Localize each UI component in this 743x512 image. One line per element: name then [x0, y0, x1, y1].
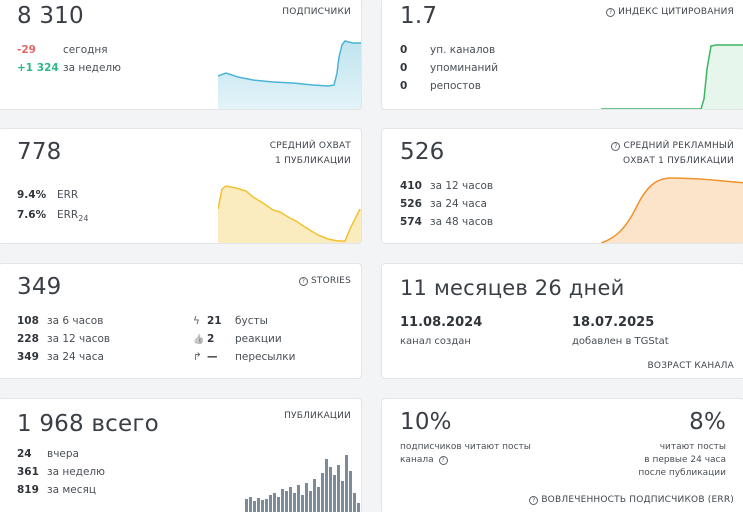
reach-title: СРЕДНИЙ ОХВАТ 1 ПУБЛИКАЦИИ	[269, 141, 351, 166]
subscribers-title: ПОДПИСЧИКИ	[282, 7, 351, 17]
stories-card[interactable]: 349 ? STORIES 108 за 6 часов 228 за 12 часо…	[0, 263, 362, 379]
publications-row-week: 361 за неделю	[17, 466, 105, 478]
stories-row-12h: 228 за 12 часов	[17, 333, 111, 345]
created-label: канал создан	[400, 336, 471, 347]
age-title: ВОЗРАСТ КАНАЛА	[647, 361, 734, 371]
reach-count: 778	[17, 139, 62, 165]
ad-reach-title: ? СРЕДНИЙ РЕКЛАМНЫЙ ОХВАТ 1 ПУБЛИКАЦИИ	[611, 139, 734, 169]
stories-row-6h: 108 за 6 часов	[17, 315, 104, 327]
info-icon[interactable]: ?	[606, 8, 616, 17]
ad-reach-row-24h: 526 за 24 часа	[400, 198, 487, 210]
subscribers-today: -29 сегодня	[17, 44, 108, 56]
ad-reach-sparkline	[601, 177, 743, 243]
age-card[interactable]: 11 месяцев 26 дней 11.08.2024 канал созд…	[381, 263, 743, 379]
engagement-24h-label: читают посты в первые 24 часа после публ…	[638, 442, 726, 478]
subscribers-sparkline	[218, 40, 361, 109]
ad-reach-count: 526	[400, 139, 445, 165]
stories-reactions: 👍 2 реакции	[193, 333, 282, 345]
subscribers-count: 8 310	[17, 3, 84, 29]
reach-card[interactable]: 778 СРЕДНИЙ ОХВАТ 1 ПУБЛИКАЦИИ 9.4% ERR 7…	[0, 128, 362, 244]
age-value: 11 месяцев 26 дней	[400, 276, 625, 300]
stories-title: ? STORIES	[298, 274, 351, 289]
publications-title: ПУБЛИКАЦИИ	[284, 411, 351, 421]
publications-row-month: 819 за месяц	[17, 484, 96, 496]
engagement-card[interactable]: 10% подписчиков читают посты канала ? 8%…	[381, 398, 743, 512]
lightning-icon: ϟ	[193, 315, 200, 327]
engagement-24h-percent: 8%	[689, 409, 726, 435]
engagement-readers-percent: 10%	[400, 409, 452, 435]
reach-sparkline	[218, 185, 361, 243]
publications-bar-chart	[245, 455, 360, 512]
publications-row-yesterday: 24 вчера	[17, 448, 79, 460]
citation-card[interactable]: 1.7 ? ИНДЕКС ЦИТИРОВАНИЯ 0 уп. каналов 0 уп…	[381, 0, 743, 110]
share-arrow-icon: ↱	[193, 351, 202, 363]
added-date: 18.07.2025	[572, 315, 655, 330]
citation-index: 1.7	[400, 3, 438, 29]
publications-card[interactable]: 1 968 всего ПУБЛИКАЦИИ 24 вчера 361 за нед…	[0, 398, 362, 512]
created-date: 11.08.2024	[400, 315, 483, 330]
citation-row-channels: 0 уп. каналов	[400, 44, 496, 56]
stories-count: 349	[17, 274, 62, 300]
subscribers-card[interactable]: 8 310 ПОДПИСЧИКИ -29 сегодня +1 324 за нед…	[0, 0, 362, 110]
subscribers-week: +1 324 за неделю	[17, 62, 121, 74]
citation-row-reposts: 0 репостов	[400, 80, 481, 92]
info-icon[interactable]: ?	[298, 277, 308, 286]
ad-reach-row-12h: 410 за 12 часов	[400, 180, 494, 192]
added-label: добавлен в TGStat	[572, 336, 669, 347]
info-icon[interactable]: ?	[529, 496, 539, 505]
publications-count: 1 968 всего	[17, 411, 159, 437]
engagement-title: ? ВОВЛЕЧЕННОСТЬ ПОДПИСЧИКОВ (ERR)	[529, 493, 734, 508]
stories-boosts: ϟ 21 бусты	[193, 315, 268, 327]
stories-forwards: ↱ — пересылки	[193, 351, 296, 363]
ad-reach-row-48h: 574 за 48 часов	[400, 216, 494, 228]
citation-sparkline	[601, 44, 743, 109]
info-icon[interactable]: ?	[438, 456, 448, 465]
reach-err24: 7.6% ERR24	[17, 209, 89, 224]
engagement-readers-label: подписчиков читают посты канала ?	[400, 442, 531, 465]
ad-reach-card[interactable]: 526 ? СРЕДНИЙ РЕКЛАМНЫЙ ОХВАТ 1 ПУБЛИКАЦИ…	[381, 128, 743, 244]
reach-err: 9.4% ERR	[17, 189, 79, 201]
citation-title: ? ИНДЕКС ЦИТИРОВАНИЯ	[606, 5, 734, 20]
citation-row-mentions: 0 упоминаний	[400, 62, 499, 74]
thumbs-up-icon: 👍	[193, 335, 205, 345]
info-icon[interactable]: ?	[611, 142, 621, 151]
stories-row-24h: 349 за 24 часа	[17, 351, 104, 363]
